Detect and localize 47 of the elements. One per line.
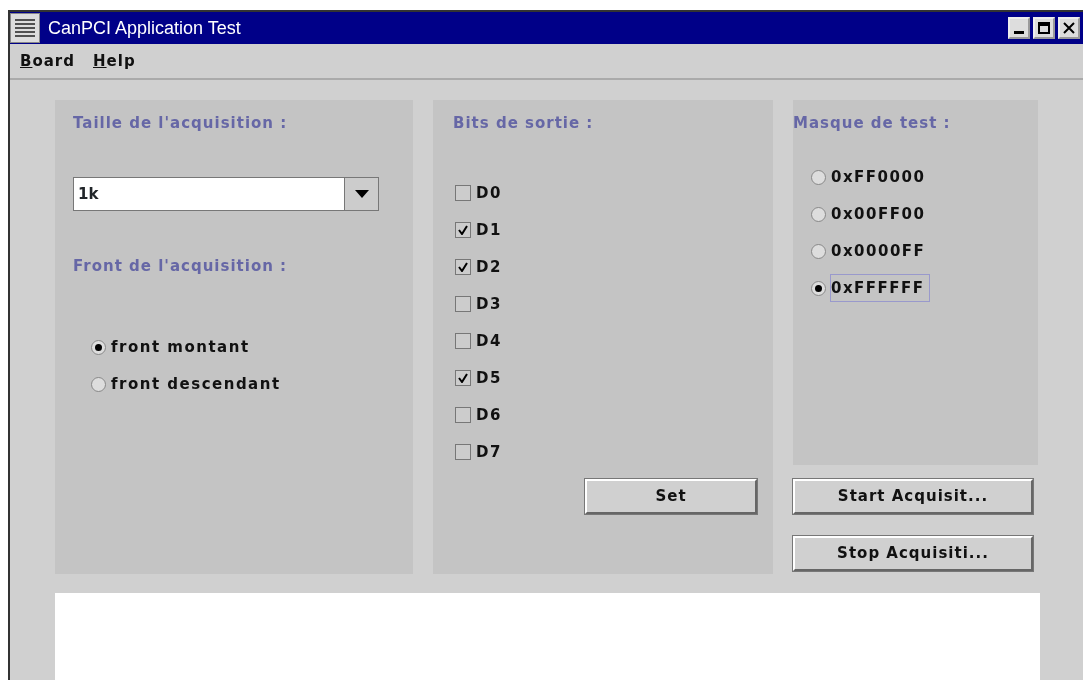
section-label: Masque de test : <box>793 113 952 134</box>
checkbox-label: D7 <box>476 441 502 463</box>
checkbox-label: D0 <box>476 182 502 204</box>
menu-item[interactable]: Help <box>93 49 136 73</box>
radio-button[interactable] <box>811 206 826 222</box>
menu-item[interactable]: Board <box>20 49 75 73</box>
checkbox[interactable] <box>455 444 471 460</box>
checkbox[interactable] <box>455 407 471 423</box>
close-button[interactable] <box>1058 17 1080 39</box>
radio-button[interactable] <box>91 340 106 355</box>
size-dropdown[interactable]: 1k <box>73 176 379 211</box>
window-menu-icon[interactable] <box>10 13 40 43</box>
minimize-icon <box>1014 30 1024 34</box>
maximize-button[interactable] <box>1033 17 1055 39</box>
radio-button[interactable] <box>811 280 826 296</box>
radio-button[interactable] <box>811 243 826 259</box>
checkbox-label: D5 <box>476 367 502 389</box>
action-button[interactable]: Stop Acquisiti... <box>793 536 1033 571</box>
checkbox-label: D4 <box>476 330 502 352</box>
maximize-icon <box>1037 21 1051 35</box>
radio-button[interactable] <box>811 169 826 185</box>
checkbox-label: D3 <box>476 293 502 315</box>
radio-label: front descendant <box>111 374 281 396</box>
action-button[interactable]: Start Acquisit... <box>793 479 1033 514</box>
checkbox-label: D2 <box>476 256 502 278</box>
checkbox[interactable] <box>455 222 471 238</box>
checkbox[interactable] <box>455 185 471 201</box>
checkbox-label: D6 <box>476 404 502 426</box>
checkbox[interactable] <box>455 370 471 386</box>
radio-label: 0x0000FF <box>831 240 926 262</box>
radio-label: front montant <box>111 337 250 359</box>
checkbox[interactable] <box>455 333 471 349</box>
close-icon <box>1062 21 1076 35</box>
window-title: CanPCI Application Test <box>47 16 242 40</box>
dropdown-arrow-icon <box>354 189 369 198</box>
checkbox[interactable] <box>455 296 471 312</box>
radio-button[interactable] <box>91 377 106 392</box>
minimize-button[interactable] <box>1008 17 1030 39</box>
section-label: Bits de sortie : <box>453 113 595 134</box>
radio-label: 0xFF0000 <box>831 166 926 188</box>
checkbox-label: D1 <box>476 219 502 241</box>
section-label: Taille de l'acquisition : <box>73 113 289 134</box>
checkbox[interactable] <box>455 259 471 275</box>
section-label: Front de l'acquisition : <box>73 255 289 277</box>
set-button[interactable]: Set <box>585 478 757 514</box>
radio-label: 0x00FF00 <box>831 203 926 225</box>
radio-label: 0xFFFFFF <box>831 274 929 302</box>
